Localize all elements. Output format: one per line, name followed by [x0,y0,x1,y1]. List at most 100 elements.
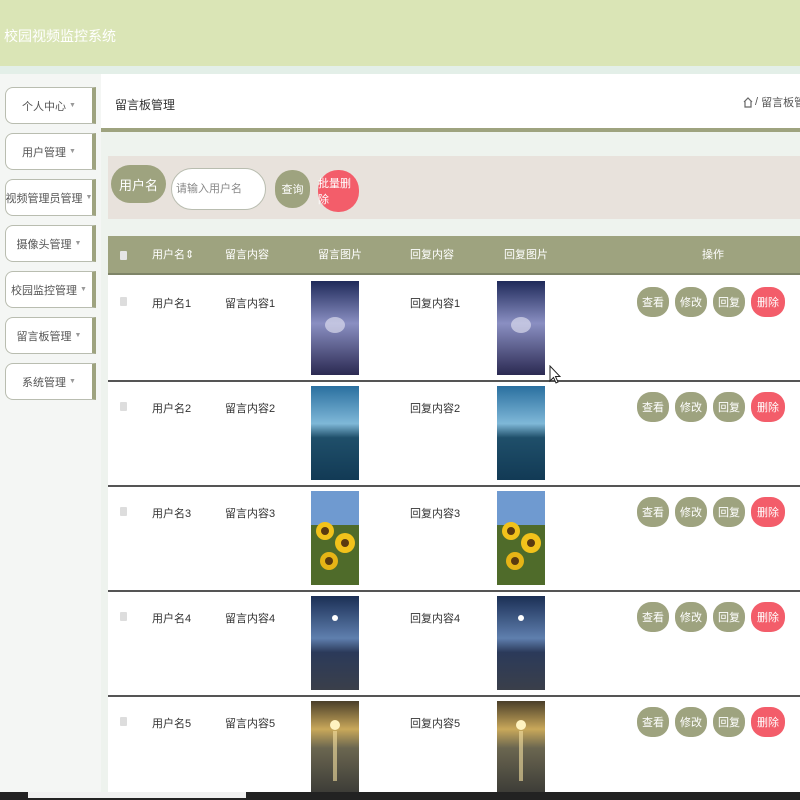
search-bar: 用户名 查询 批量删除 [108,156,800,219]
batch-delete-button[interactable]: 批量删除 [318,170,359,212]
cell-username: 用户名3 [152,508,192,520]
select-all-checkbox[interactable] [120,251,127,260]
reply-button[interactable]: 回复 [713,287,745,317]
cell-reply: 回复内容1 [410,298,461,310]
top-strip [0,66,800,74]
reply-button[interactable]: 回复 [713,707,745,737]
cell-message: 留言内容4 [225,613,276,625]
sort-icon[interactable]: ⇕ [185,249,194,261]
night-sky-photo [497,281,545,375]
night-sky-photo [311,281,359,375]
sidebar-item-campus-monitoring[interactable]: 校园监控管理 ▼ [5,271,96,308]
sidebar-item-video-admin-management[interactable]: 视频管理员管理 ▼ [5,179,96,216]
breadcrumb-separator: / [755,96,759,108]
cell-reply: 回复内容3 [410,508,461,520]
column-header-message-image: 留言图片 [318,249,362,261]
sidebar-item-label: 留言板管理 [16,330,72,343]
delete-button[interactable]: 删除 [751,707,785,737]
sidebar-item-camera-management[interactable]: 摄像头管理 ▼ [5,225,96,262]
delete-button[interactable]: 删除 [751,497,785,527]
edit-button[interactable]: 修改 [675,392,707,422]
app-title: 校园视频监控系统 [4,28,116,44]
sidebar: 个人中心 ▼ 用户管理 ▼ 视频管理员管理 ▼ 摄像头管理 ▼ 校园监控管理 ▼ 留言板管… [0,74,101,792]
column-header-message: 留言内容 [225,249,269,261]
cell-username: 用户名2 [152,403,192,415]
main-content: 留言板管理 / 留言板管理 / 用户名 查询 批量删除 用户名⇕ 留言内容 留言… [101,74,800,792]
chevron-down-icon: ▼ [69,102,76,109]
search-input[interactable] [171,168,266,210]
cell-username: 用户名1 [152,298,192,310]
chevron-down-icon: ▼ [69,378,76,385]
sidebar-item-personal-center[interactable]: 个人中心 ▼ [5,87,96,124]
view-button[interactable]: 查看 [637,602,669,632]
row-checkbox[interactable] [120,297,127,306]
row-checkbox[interactable] [120,717,127,726]
sidebar-item-label: 校园监控管理 [11,284,78,297]
cell-message: 留言内容5 [225,718,276,730]
query-button[interactable]: 查询 [275,170,310,208]
table-header: 用户名⇕ 留言内容 留言图片 回复内容 回复图片 操作 [108,236,800,275]
sunflowers-photo [311,491,359,585]
cell-message: 留言内容1 [225,298,276,310]
cell-reply: 回复内容2 [410,403,461,415]
page-title: 留言板管理 [115,98,176,112]
mouse-cursor-icon [549,365,561,384]
table-row: 用户名1 留言内容1 回复内容1 查看 修改 回复 删除 [108,277,800,382]
edit-button[interactable]: 修改 [675,497,707,527]
lake-mountain-photo [311,386,359,480]
cell-reply: 回复内容5 [410,718,461,730]
sidebar-item-message-board[interactable]: 留言板管理 ▼ [5,317,96,354]
breadcrumb-current[interactable]: 留言板管理 [761,94,800,110]
lake-mountain-photo [497,386,545,480]
view-button[interactable]: 查看 [637,392,669,422]
view-button[interactable]: 查看 [637,707,669,737]
view-button[interactable]: 查看 [637,287,669,317]
cell-username: 用户名5 [152,718,192,730]
chevron-down-icon: ▼ [85,194,93,201]
edit-button[interactable]: 修改 [675,707,707,737]
column-header-reply-image: 回复图片 [504,249,548,261]
sunset-beach-photo [311,701,359,792]
edit-button[interactable]: 修改 [675,287,707,317]
view-button[interactable]: 查看 [637,497,669,527]
sidebar-item-system-management[interactable]: 系统管理 ▼ [5,363,96,400]
table-row: 用户名4 留言内容4 回复内容4 查看 修改 回复 删除 [108,592,800,697]
edit-button[interactable]: 修改 [675,602,707,632]
horizontal-scrollbar[interactable] [28,792,246,798]
chevron-down-icon: ▼ [80,286,87,293]
home-icon[interactable] [743,96,753,108]
chevron-down-icon: ▼ [74,332,82,339]
chevron-down-icon: ▼ [74,240,82,247]
breadcrumb: / 留言板管理 / [743,94,800,110]
column-header-reply: 回复内容 [410,249,454,261]
delete-button[interactable]: 删除 [751,392,785,422]
sunset-beach-photo [497,701,545,792]
message-table: 用户名⇕ 留言内容 留言图片 回复内容 回复图片 操作 用户名1 留言内容1 回… [108,236,800,792]
sunflowers-photo [497,491,545,585]
row-checkbox[interactable] [120,402,127,411]
sidebar-item-user-management[interactable]: 用户管理 ▼ [5,133,96,170]
cell-reply: 回复内容4 [410,613,461,625]
column-header-username[interactable]: 用户名⇕ [152,236,194,275]
cell-username: 用户名4 [152,613,192,625]
delete-button[interactable]: 删除 [751,287,785,317]
chevron-down-icon: ▼ [69,148,76,155]
cell-message: 留言内容2 [225,403,276,415]
row-checkbox[interactable] [120,507,127,516]
starry-coast-photo [311,596,359,690]
sidebar-item-label: 系统管理 [22,376,67,389]
table-row: 用户名3 留言内容3 回复内容3 查看 修改 回复 删除 [108,487,800,592]
reply-button[interactable]: 回复 [713,392,745,422]
row-checkbox[interactable] [120,612,127,621]
top-bar: 校园视频监控系统 [0,0,800,66]
search-label: 用户名 [111,165,166,203]
table-row: 用户名5 留言内容5 回复内容5 查看 修改 回复 删除 [108,697,800,792]
reply-button[interactable]: 回复 [713,497,745,527]
delete-button[interactable]: 删除 [751,602,785,632]
sidebar-item-label: 个人中心 [22,100,67,113]
table-row: 用户名2 留言内容2 回复内容2 查看 修改 回复 删除 [108,382,800,487]
column-header-actions: 操作 [702,249,724,261]
sidebar-item-label: 摄像头管理 [16,238,72,251]
breadcrumb-bar: 留言板管理 / 留言板管理 / [101,74,800,132]
reply-button[interactable]: 回复 [713,602,745,632]
